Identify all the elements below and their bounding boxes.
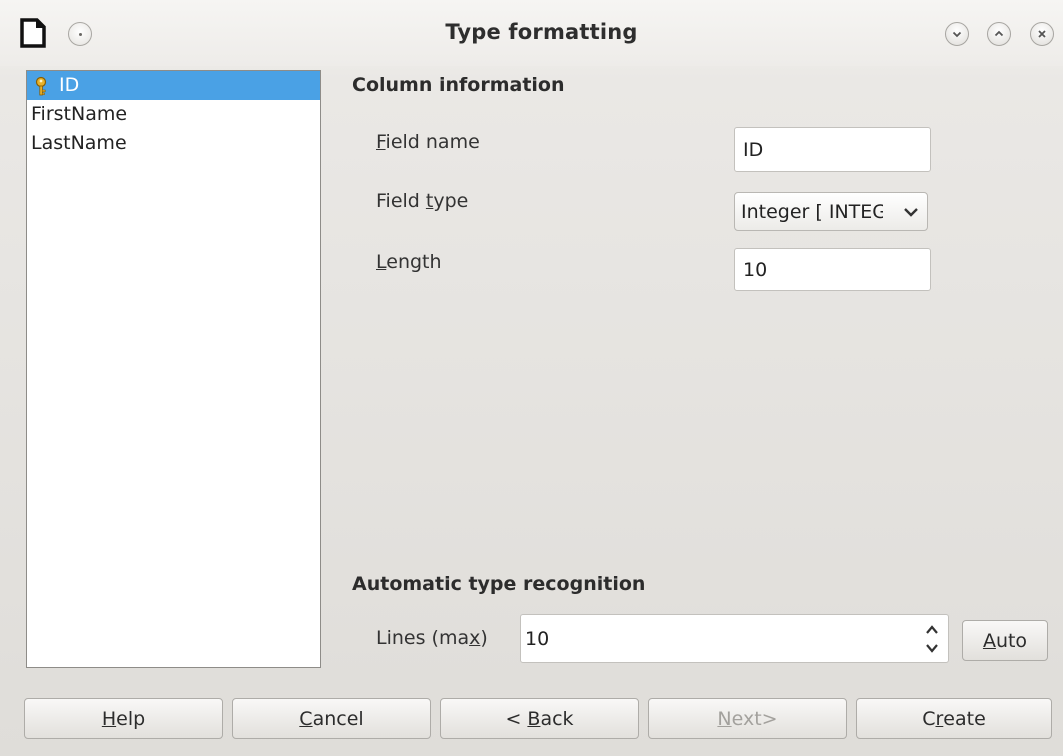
window-title: Type formatting: [445, 20, 638, 44]
field-name-mnemonic: F: [376, 131, 386, 153]
create-button[interactable]: Cr eate: [856, 698, 1052, 739]
lines-max-mnemonic: x: [469, 627, 481, 649]
length-label: Length: [376, 251, 442, 273]
help-mnemonic: H: [101, 707, 117, 730]
spin-arrows-icon[interactable]: [924, 621, 940, 657]
auto-mnemonic: A: [982, 629, 996, 652]
help-button-label: elp: [116, 707, 146, 730]
field-name-label: Field name: [376, 131, 480, 153]
field-list-item-id[interactable]: ID: [27, 71, 320, 100]
field-name-label-text: ield name: [385, 131, 480, 153]
field-type-select[interactable]: Integer [ INTEGER ]: [734, 192, 928, 231]
create-button-label: eate: [943, 707, 986, 730]
field-type-label-text: Field: [376, 190, 426, 212]
chevron-down-icon: [952, 31, 962, 38]
primary-key-icon: [35, 76, 47, 95]
field-list-item-label: ID: [59, 74, 80, 96]
next-button[interactable]: Next>: [648, 698, 847, 739]
field-name-value: ID: [743, 138, 764, 161]
chevron-up-icon: [994, 30, 1004, 37]
close-icon: [1038, 30, 1046, 38]
length-label-text: ength: [386, 251, 442, 273]
auto-button-label: uto: [995, 629, 1028, 652]
auto-button[interactable]: Auto: [962, 620, 1048, 661]
cancel-button-label: ancel: [312, 707, 364, 730]
automatic-type-recognition-heading: Automatic type recognition: [352, 573, 646, 595]
field-list-item-firstname[interactable]: FirstName: [27, 100, 320, 129]
length-mnemonic: L: [376, 251, 387, 273]
cancel-mnemonic: C: [299, 707, 313, 730]
close-button[interactable]: [1030, 22, 1054, 46]
cancel-button[interactable]: Cancel: [232, 698, 431, 739]
field-type-label-rest: ype: [433, 190, 469, 212]
lines-max-label-text: Lines (ma: [376, 627, 470, 649]
field-list[interactable]: ID FirstName LastName: [26, 70, 321, 668]
lines-max-spinbox[interactable]: 10: [520, 614, 949, 663]
create-mnemonic: r: [935, 707, 944, 730]
field-name-input[interactable]: ID: [734, 127, 931, 172]
title-bar: Type formatting: [0, 0, 1063, 66]
field-list-item-lastname[interactable]: LastName: [27, 129, 320, 158]
field-list-item-label: FirstName: [31, 103, 128, 125]
back-button-prefix: <: [505, 707, 528, 730]
length-input[interactable]: 10: [734, 248, 931, 291]
back-button[interactable]: < Back: [440, 698, 639, 739]
field-type-value: Integer [ INTEGER ]: [741, 200, 883, 223]
lines-max-label: Lines (max): [376, 627, 488, 649]
next-button-label: ext>: [731, 707, 778, 730]
create-button-prefix: C: [922, 707, 936, 730]
help-button[interactable]: Help: [24, 698, 223, 739]
back-button-label: ack: [540, 707, 574, 730]
minimize-button[interactable]: [945, 22, 969, 46]
next-mnemonic: N: [717, 707, 732, 730]
column-information-heading: Column information: [352, 74, 565, 96]
type-formatting-dialog: Type formatting ID FirstName LastName Co…: [0, 0, 1063, 756]
chevron-down-icon: [904, 208, 918, 217]
field-list-item-label: LastName: [31, 132, 127, 154]
maximize-button[interactable]: [987, 22, 1011, 46]
lines-max-value: 10: [525, 627, 550, 650]
back-mnemonic: B: [527, 707, 541, 730]
lines-max-label-end: ): [480, 627, 488, 649]
field-type-label: Field type: [376, 190, 468, 212]
length-value: 10: [743, 258, 768, 281]
